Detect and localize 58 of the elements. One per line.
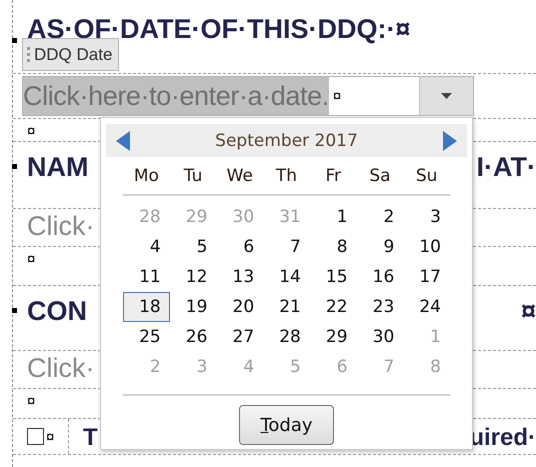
cell-end-mark: ¤: [27, 393, 36, 410]
cell-end-mark: ¤: [46, 429, 54, 446]
next-month-icon[interactable]: [442, 130, 457, 150]
row-marker: [12, 38, 17, 43]
calendar-day[interactable]: 23: [356, 292, 404, 322]
weekday-label: Fr: [324, 165, 342, 188]
calendar-day[interactable]: 18: [123, 292, 170, 322]
grip-icon[interactable]: [27, 47, 30, 62]
calendar-day[interactable]: 27: [216, 322, 264, 352]
weekday-label: Su: [414, 165, 438, 188]
calendar-day[interactable]: 5: [170, 232, 216, 262]
calendar-day[interactable]: 17: [403, 262, 450, 292]
calendar-day[interactable]: 10: [403, 232, 450, 262]
calendar-day[interactable]: 3: [403, 202, 450, 232]
section-heading: ¤: [520, 296, 536, 327]
weekday-label: Th: [274, 165, 298, 188]
calendar-day[interactable]: 28: [263, 322, 310, 352]
calendar-day[interactable]: 21: [263, 292, 310, 322]
calendar-day[interactable]: 24: [403, 292, 450, 322]
calendar-day[interactable]: 1: [310, 202, 357, 232]
cell-end-mark: ¤: [27, 251, 36, 268]
cell-end-mark: ¤: [332, 88, 342, 104]
weekday-label: Tu: [182, 165, 204, 188]
caret-icon: [441, 93, 452, 99]
section-heading: CON: [27, 296, 87, 327]
calendar-day[interactable]: 22: [310, 292, 357, 322]
calendar-day[interactable]: 2: [356, 202, 404, 232]
content-control-tag[interactable]: DDQ Date: [22, 38, 120, 71]
today-button[interactable]: Today: [239, 405, 334, 445]
cell-end-mark: ¤: [27, 123, 36, 140]
calendar-day[interactable]: 26: [170, 322, 216, 352]
row-marker: [12, 308, 17, 313]
calendar-day[interactable]: 29: [310, 322, 357, 352]
calendar-day[interactable]: 15: [310, 262, 357, 292]
calendar-day[interactable]: 9: [356, 232, 404, 262]
previous-month-icon[interactable]: [116, 130, 130, 150]
calendar-day[interactable]: 30: [356, 322, 404, 352]
calendar-day[interactable]: 7: [263, 232, 310, 262]
checkbox[interactable]: [27, 428, 44, 445]
table-cell: T: [83, 424, 98, 452]
section-heading: I·AT·: [476, 152, 536, 183]
calendar-day[interactable]: 8: [310, 232, 357, 262]
calendar-day[interactable]: 4: [123, 232, 170, 262]
calendar-day[interactable]: 16: [356, 262, 404, 292]
calendar-day[interactable]: 25: [123, 322, 170, 352]
weekday-label: We: [226, 165, 254, 188]
calendar-day[interactable]: 19: [170, 292, 216, 322]
section-heading: NAM: [27, 152, 88, 183]
calendar-day[interactable]: 6: [216, 232, 264, 262]
calendar-day[interactable]: 11: [123, 262, 170, 292]
calendar-day[interactable]: 12: [170, 262, 216, 292]
weekday-label: Sa: [368, 165, 392, 188]
calendar-day[interactable]: 13: [216, 262, 264, 292]
calendar-day[interactable]: 14: [263, 262, 310, 292]
row-marker: [12, 164, 17, 169]
month-title: September 2017: [215, 130, 358, 150]
calendar-day[interactable]: 20: [216, 292, 264, 322]
weekday-label: Mo: [132, 165, 160, 188]
